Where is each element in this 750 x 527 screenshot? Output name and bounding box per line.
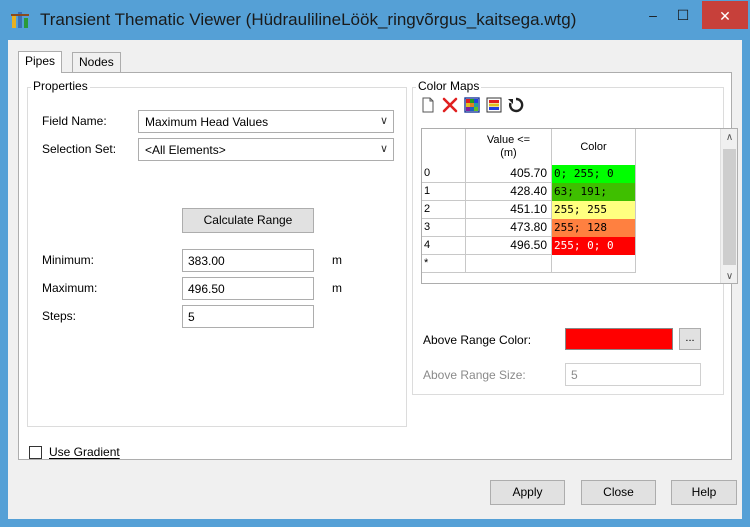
table-row[interactable]: 3 473.80 255; 128 <box>422 219 636 237</box>
new-table-row[interactable]: * <box>422 255 636 273</box>
apply-button[interactable]: Apply <box>490 480 565 505</box>
row-value[interactable]: 428.40 <box>466 183 552 201</box>
calculate-range-button[interactable]: Calculate Range <box>182 208 314 233</box>
color-maps-group-label: Color Maps <box>416 79 482 93</box>
row-value[interactable]: 451.10 <box>466 201 552 219</box>
chevron-down-icon: ∨ <box>379 115 388 127</box>
window-title: Transient Thematic Viewer (HüdraulilineL… <box>40 10 577 29</box>
above-range-size-input: 5 <box>565 363 701 386</box>
selection-set-value: <All Elements> <box>145 143 226 157</box>
use-gradient-label[interactable]: Use Gradient <box>49 445 120 459</box>
row-value[interactable]: 496.50 <box>466 237 552 255</box>
grid-header-color[interactable]: Color <box>552 129 636 165</box>
above-range-size-label: Above Range Size: <box>423 368 526 382</box>
maximum-label: Maximum: <box>42 281 98 295</box>
steps-label: Steps: <box>42 309 77 323</box>
close-button[interactable]: Close <box>581 480 656 505</box>
above-range-color-label: Above Range Color: <box>423 333 532 347</box>
minimize-button[interactable]: ‒ <box>638 0 668 30</box>
grid-header-value[interactable]: Value <= (m) <box>466 129 552 165</box>
field-name-value: Maximum Head Values <box>145 115 269 129</box>
color-map-grid[interactable]: Value <= (m) Color 0 405.70 0; 255; 0 1 … <box>421 128 738 284</box>
row-index: 1 <box>422 183 466 201</box>
app-icon <box>11 12 29 28</box>
gradient-icon[interactable] <box>485 96 503 114</box>
scroll-down-icon[interactable]: ∨ <box>721 268 737 283</box>
table-row[interactable]: 0 405.70 0; 255; 0 <box>422 165 636 183</box>
minimum-label: Minimum: <box>42 253 95 267</box>
properties-group-label: Properties <box>31 79 90 93</box>
new-icon[interactable] <box>419 96 437 114</box>
color-maps-group: Color Maps Value <= (m) Color 0 405.70 0… <box>412 79 738 395</box>
tab-nodes[interactable]: Nodes <box>72 52 121 72</box>
row-value[interactable]: 405.70 <box>466 165 552 183</box>
properties-group: Properties Field Name: Maximum Head Valu… <box>27 79 407 427</box>
new-row-marker: * <box>422 255 466 273</box>
selection-set-select[interactable]: <All Elements> ∨ <box>138 138 394 161</box>
chevron-down-icon: ∨ <box>379 143 388 155</box>
row-index: 3 <box>422 219 466 237</box>
above-range-color-picker-button[interactable]: ... <box>679 328 701 350</box>
dialog-client: Pipes Nodes Properties Field Name: Maxim… <box>8 40 742 519</box>
table-row[interactable]: 2 451.10 255; 255 <box>422 201 636 219</box>
scroll-thumb[interactable] <box>723 149 736 265</box>
grid-icon[interactable] <box>463 96 481 114</box>
field-name-select[interactable]: Maximum Head Values ∨ <box>138 110 394 133</box>
maximum-input[interactable]: 496.50 <box>182 277 314 300</box>
refresh-icon[interactable] <box>507 96 525 114</box>
window: Transient Thematic Viewer (HüdraulilineL… <box>0 0 750 527</box>
row-color[interactable]: 0; 255; 0 <box>552 165 636 183</box>
row-index: 4 <box>422 237 466 255</box>
close-window-button[interactable]: ✕ <box>702 1 748 29</box>
grid-scrollbar[interactable]: ∧ ∨ <box>720 129 737 283</box>
selection-set-label: Selection Set: <box>42 142 117 156</box>
maximize-button[interactable]: ☐ <box>668 0 698 30</box>
row-color[interactable]: 63; 191; <box>552 183 636 201</box>
minimum-input[interactable]: 383.00 <box>182 249 314 272</box>
scroll-up-icon[interactable]: ∧ <box>721 129 737 146</box>
new-row-color[interactable] <box>552 255 636 273</box>
table-row[interactable]: 4 496.50 255; 0; 0 <box>422 237 636 255</box>
maximum-unit: m <box>332 281 342 295</box>
delete-icon[interactable] <box>441 96 459 114</box>
row-color[interactable]: 255; 255 <box>552 201 636 219</box>
row-color[interactable]: 255; 0; 0 <box>552 237 636 255</box>
grid-header-index <box>422 129 466 165</box>
help-button[interactable]: Help <box>671 480 737 505</box>
tab-pipes[interactable]: Pipes <box>18 51 63 73</box>
use-gradient-checkbox[interactable] <box>29 446 42 459</box>
table-row[interactable]: 1 428.40 63; 191; <box>422 183 636 201</box>
title-bar[interactable]: Transient Thematic Viewer (HüdraulilineL… <box>0 0 750 40</box>
row-value[interactable]: 473.80 <box>466 219 552 237</box>
row-index: 0 <box>422 165 466 183</box>
above-range-color-swatch[interactable] <box>565 328 673 350</box>
tab-panel-pipes: Properties Field Name: Maximum Head Valu… <box>18 72 738 460</box>
row-color[interactable]: 255; 128 <box>552 219 636 237</box>
row-index: 2 <box>422 201 466 219</box>
field-name-label: Field Name: <box>42 114 107 128</box>
new-row-value[interactable] <box>466 255 552 273</box>
minimum-unit: m <box>332 253 342 267</box>
steps-input[interactable]: 5 <box>182 305 314 328</box>
